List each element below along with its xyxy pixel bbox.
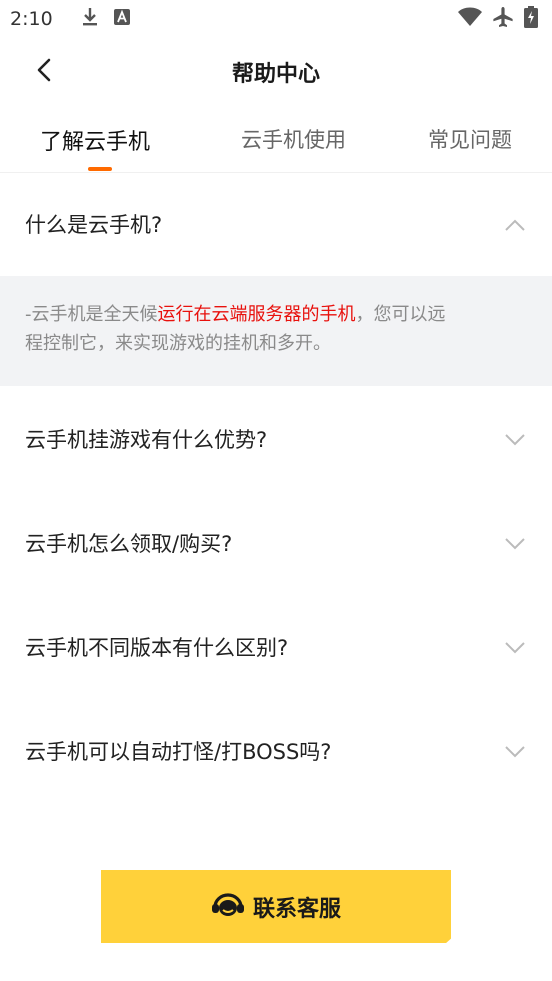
airplane-mode-icon: [492, 6, 514, 32]
faq-item[interactable]: 云手机不同版本有什么区别?: [0, 594, 552, 698]
status-bar: 2:10: [0, 0, 552, 38]
faq-item-expanded[interactable]: 什么是云手机?: [0, 172, 552, 276]
chevron-up-icon: [504, 217, 526, 231]
tab-bar: 了解云手机 云手机使用 常见问题: [0, 112, 552, 172]
answer-text-rest: ，您可以远: [355, 304, 446, 325]
status-right-icons: [458, 6, 538, 32]
faq-item[interactable]: 云手机怎么领取/购买?: [0, 490, 552, 594]
battery-charging-icon: [524, 6, 538, 32]
contact-support-button[interactable]: 联系客服: [101, 870, 451, 943]
faq-answer: -云手机是全天候运行在云端服务器的手机，您可以远 程控制它，来实现游戏的挂机和多…: [0, 276, 552, 386]
wifi-icon: [458, 7, 482, 31]
faq-item[interactable]: 云手机挂游戏有什么优势?: [0, 386, 552, 490]
tab-cloud-phone-usage[interactable]: 云手机使用: [241, 124, 346, 154]
faq-question: 云手机怎么领取/购买?: [25, 532, 233, 556]
status-left-icons: [81, 7, 131, 31]
faq-item[interactable]: 云手机可以自动打怪/打BOSS吗?: [0, 698, 552, 802]
faq-question: 什么是云手机?: [25, 213, 163, 237]
tab-about-cloud-phone[interactable]: 了解云手机: [40, 124, 150, 156]
chevron-down-icon: [504, 744, 526, 758]
download-icon: [81, 7, 99, 31]
answer-text-line2: 程控制它，来实现游戏的挂机和多开。: [25, 333, 331, 354]
faq-question: 云手机不同版本有什么区别?: [25, 636, 289, 660]
page-title: 帮助中心: [231, 62, 320, 87]
contact-support-label: 联系客服: [252, 896, 341, 922]
font-app-icon: [113, 8, 131, 30]
nav-bar: 帮助中心: [0, 38, 552, 104]
status-time: 2:10: [10, 8, 53, 30]
chevron-down-icon: [504, 640, 526, 654]
answer-text-prefix: -云手机是全天候: [25, 304, 158, 325]
answer-highlight: 运行在云端服务器的手机: [157, 304, 356, 325]
headset-icon: [211, 891, 245, 923]
faq-question: 云手机可以自动打怪/打BOSS吗?: [25, 740, 332, 764]
faq-question: 云手机挂游戏有什么优势?: [25, 428, 268, 452]
chevron-down-icon: [504, 536, 526, 550]
tab-faq[interactable]: 常见问题: [428, 124, 512, 154]
chevron-down-icon: [504, 432, 526, 446]
active-tab-indicator: [88, 167, 112, 171]
